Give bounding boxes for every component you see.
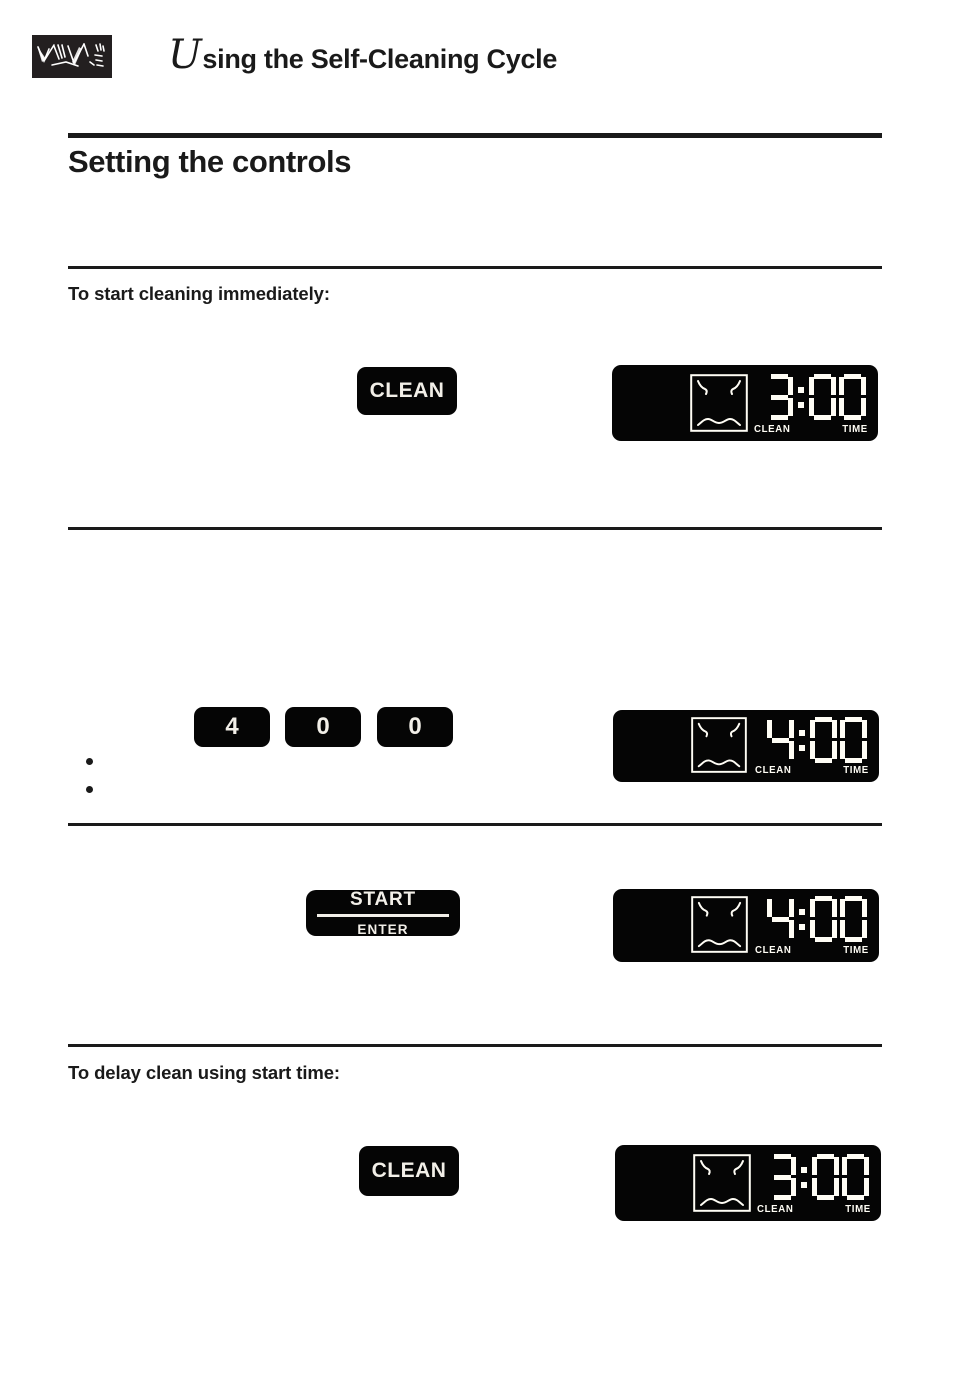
step4-rule	[68, 1044, 882, 1047]
display-time-label: TIME	[842, 423, 868, 435]
step1-rule	[68, 266, 882, 269]
section-title: Setting the controls	[68, 144, 352, 179]
led-digit-min-tens	[810, 717, 837, 763]
list-item	[86, 786, 107, 793]
page-title: Using the Self-Cleaning Cycle	[168, 32, 558, 78]
start-label: START	[350, 889, 416, 910]
led-colon	[797, 896, 807, 942]
display-clean-label: CLEAN	[757, 1203, 794, 1215]
brush-stroke-logo-icon	[32, 34, 112, 78]
led-colon	[797, 717, 807, 763]
enter-label: ENTER	[357, 921, 409, 937]
led-digit-hour	[767, 717, 794, 763]
display-time-label: TIME	[843, 764, 869, 776]
led-digit-min-ones	[840, 717, 867, 763]
led-digit-min-ones	[839, 374, 866, 420]
display-panel-step2: CLEAN TIME	[613, 710, 879, 782]
numpad-key-0-second[interactable]: 0	[377, 707, 453, 747]
display-time-label: TIME	[845, 1203, 871, 1215]
clean-button-step1[interactable]: CLEAN	[357, 367, 457, 415]
numpad-key-0-first[interactable]: 0	[285, 707, 361, 747]
list-item	[86, 758, 107, 765]
display-panel-step4: CLEAN TIME	[615, 1145, 881, 1221]
step3-rule	[68, 823, 882, 826]
led-time-step1	[766, 371, 866, 423]
oven-cavity-icon	[690, 374, 748, 432]
led-digit-min-tens	[809, 374, 836, 420]
display-time-label: TIME	[843, 944, 869, 956]
step4-heading: To delay clean using start time:	[68, 1062, 340, 1083]
display-clean-label: CLEAN	[755, 764, 792, 776]
oven-cavity-icon	[693, 1154, 751, 1212]
page-header: Using the Self-Cleaning Cycle	[32, 28, 922, 84]
display-panel-step1: CLEAN TIME	[612, 365, 878, 441]
led-digit-min-ones	[840, 896, 867, 942]
led-digit-hour	[769, 1154, 796, 1200]
led-time-step4	[769, 1151, 869, 1203]
bullet-icon	[86, 758, 93, 765]
led-time-step2	[767, 714, 867, 766]
led-time-step3	[767, 893, 867, 945]
step1-heading: To start cleaning immediately:	[68, 283, 330, 304]
start-enter-button[interactable]: START ENTER	[306, 890, 460, 936]
led-colon	[796, 374, 806, 420]
page-title-dropcap: U	[168, 32, 202, 78]
led-colon	[799, 1154, 809, 1200]
display-clean-label: CLEAN	[755, 944, 792, 956]
step2-rule	[68, 527, 882, 530]
numpad-key-4[interactable]: 4	[194, 707, 270, 747]
oven-cavity-icon	[691, 896, 748, 953]
led-digit-min-ones	[842, 1154, 869, 1200]
bullet-icon	[86, 786, 93, 793]
page-title-text: sing the Self-Cleaning Cycle	[202, 44, 558, 74]
led-digit-hour	[766, 374, 793, 420]
display-panel-step3: CLEAN TIME	[613, 889, 879, 962]
oven-cavity-icon	[691, 717, 747, 773]
led-digit-min-tens	[812, 1154, 839, 1200]
led-digit-min-tens	[810, 896, 837, 942]
display-clean-label: CLEAN	[754, 423, 791, 435]
led-digit-hour	[767, 896, 794, 942]
clean-button-step4[interactable]: CLEAN	[359, 1146, 459, 1196]
section-top-rule	[68, 133, 882, 138]
